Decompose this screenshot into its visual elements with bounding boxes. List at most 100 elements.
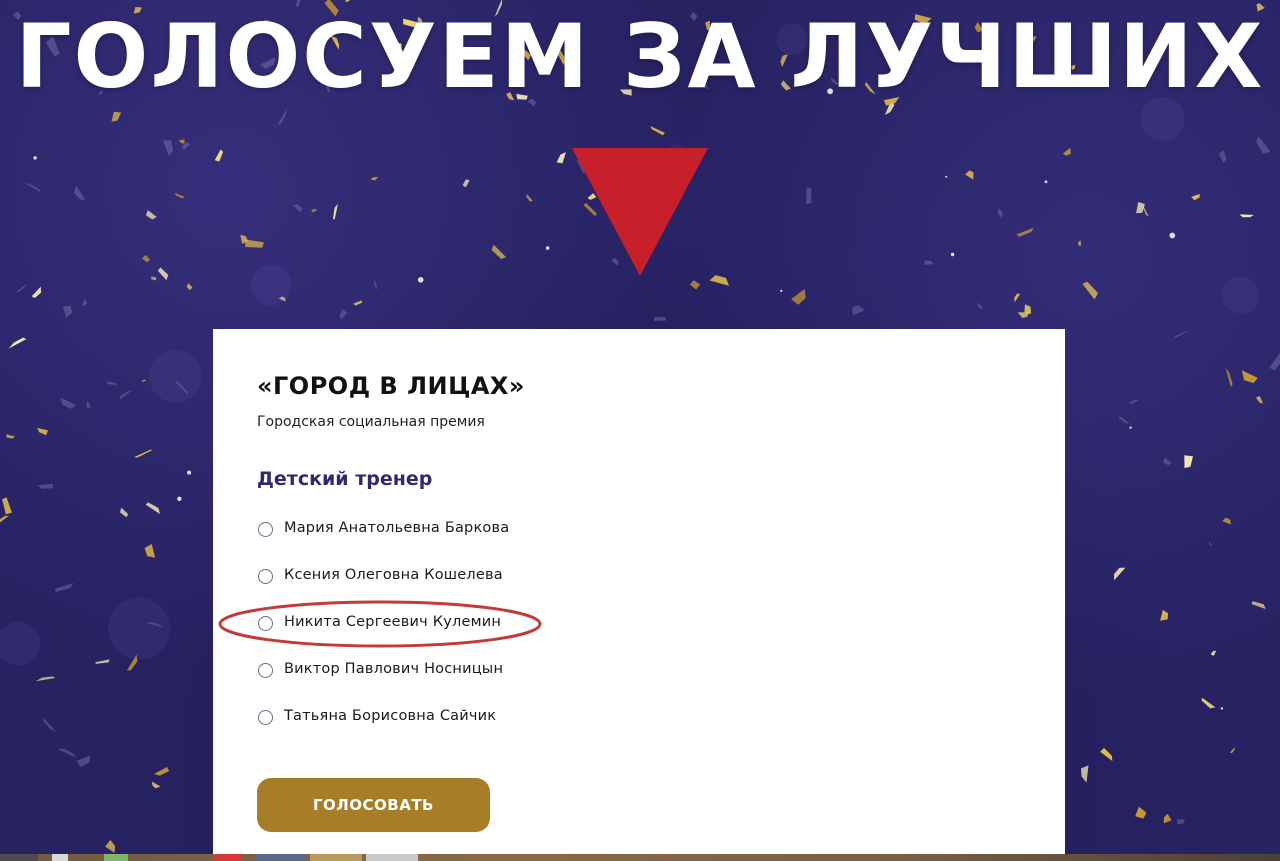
confetti-piece bbox=[2, 497, 12, 515]
confetti-piece bbox=[119, 507, 129, 518]
taskbar-item[interactable] bbox=[213, 854, 241, 861]
sparkle bbox=[945, 175, 948, 178]
confetti-piece bbox=[82, 298, 88, 307]
confetti-piece bbox=[1269, 352, 1280, 371]
taskbar-item[interactable] bbox=[310, 854, 362, 861]
radio-circle-icon[interactable] bbox=[258, 569, 273, 584]
confetti-piece bbox=[1082, 281, 1099, 300]
confetti-piece bbox=[1014, 293, 1021, 303]
confetti-piece bbox=[1255, 396, 1264, 404]
taskbar-item[interactable] bbox=[52, 854, 68, 861]
confetti-piece bbox=[60, 397, 77, 409]
confetti-piece bbox=[54, 582, 74, 593]
confetti-piece bbox=[244, 239, 264, 248]
radio-circle-icon[interactable] bbox=[258, 710, 273, 725]
confetti-piece bbox=[57, 748, 76, 758]
confetti-piece bbox=[1191, 193, 1200, 201]
highlight-ellipse-annotation bbox=[218, 600, 542, 648]
confetti-piece bbox=[8, 337, 27, 349]
taskbar-item[interactable] bbox=[0, 854, 38, 861]
confetti-piece bbox=[0, 515, 9, 524]
confetti-piece bbox=[157, 267, 169, 281]
confetti-piece bbox=[37, 483, 54, 489]
poll-title: «ГОРОД В ЛИЦАХ» bbox=[257, 372, 525, 400]
confetti-piece bbox=[1162, 457, 1172, 466]
confetti-piece bbox=[689, 280, 701, 290]
confetti-piece bbox=[977, 302, 984, 309]
confetti-piece bbox=[1160, 609, 1169, 621]
confetti-piece bbox=[154, 767, 170, 776]
confetti-piece bbox=[293, 204, 303, 213]
confetti-piece bbox=[1080, 765, 1089, 783]
confetti-piece bbox=[1208, 541, 1213, 546]
confetti-piece bbox=[1241, 370, 1258, 384]
bokeh-dot bbox=[108, 597, 171, 660]
option-label[interactable]: Мария Анатольевна Баркова bbox=[284, 520, 509, 536]
poll-card: «ГОРОД В ЛИЦАХ» Городская социальная пре… bbox=[213, 329, 1065, 861]
bokeh-dot bbox=[0, 621, 40, 666]
confetti-piece bbox=[62, 305, 73, 318]
confetti-piece bbox=[43, 717, 57, 732]
confetti-piece bbox=[1225, 368, 1233, 388]
confetti-piece bbox=[1177, 819, 1185, 825]
sparkle bbox=[33, 156, 37, 160]
confetti-piece bbox=[526, 193, 533, 202]
radio-circle-icon[interactable] bbox=[258, 663, 273, 678]
confetti-piece bbox=[805, 187, 812, 205]
confetti-piece bbox=[1251, 601, 1266, 610]
poll-category: Детский тренер bbox=[257, 468, 433, 490]
confetti-piece bbox=[76, 755, 91, 768]
confetti-piece bbox=[1239, 214, 1254, 218]
confetti-piece bbox=[1222, 517, 1231, 525]
option-label[interactable]: Ксения Олеговна Кошелева bbox=[284, 567, 503, 583]
os-taskbar bbox=[0, 854, 1280, 861]
option-item[interactable]: Татьяна Борисовна Сайчик bbox=[257, 707, 757, 754]
taskbar-item[interactable] bbox=[104, 854, 128, 861]
confetti-piece bbox=[1135, 806, 1147, 819]
confetti-piece bbox=[1114, 567, 1126, 581]
confetti-piece bbox=[151, 781, 161, 789]
confetti-piece bbox=[491, 244, 507, 260]
confetti-piece bbox=[791, 288, 806, 305]
confetti-piece bbox=[1078, 240, 1082, 246]
bokeh-dot bbox=[250, 264, 292, 306]
option-item[interactable]: Виктор Павлович Носницын bbox=[257, 660, 757, 707]
confetti-piece bbox=[6, 434, 15, 439]
bokeh-dot bbox=[1222, 276, 1259, 314]
confetti-piece bbox=[162, 140, 174, 156]
confetti-piece bbox=[339, 309, 348, 320]
confetti-piece bbox=[965, 170, 974, 180]
confetti-piece bbox=[1201, 697, 1216, 709]
confetti-piece bbox=[709, 275, 729, 286]
option-label[interactable]: Татьяна Борисовна Сайчик bbox=[284, 708, 496, 724]
confetti-piece bbox=[111, 111, 122, 122]
page-headline: ГОЛОСУЕМ ЗА ЛУЧШИХ bbox=[15, 5, 1265, 108]
sparkle bbox=[780, 289, 783, 292]
confetti-piece bbox=[95, 659, 110, 664]
confetti-piece bbox=[1136, 202, 1145, 214]
confetti-piece bbox=[133, 449, 152, 458]
confetti-piece bbox=[1229, 747, 1235, 753]
taskbar-item[interactable] bbox=[366, 854, 418, 861]
radio-circle-icon[interactable] bbox=[258, 522, 273, 537]
option-item[interactable]: Мария Анатольевна Баркова bbox=[257, 519, 757, 566]
confetti-piece bbox=[144, 544, 156, 558]
option-label[interactable]: Виктор Павлович Носницын bbox=[284, 661, 503, 677]
confetti-piece bbox=[1256, 136, 1271, 155]
confetti-piece bbox=[1129, 399, 1139, 405]
taskbar-item[interactable] bbox=[256, 854, 306, 861]
confetti-piece bbox=[653, 317, 667, 322]
confetti-piece bbox=[462, 179, 470, 188]
confetti-piece bbox=[311, 208, 318, 213]
confetti-piece bbox=[1163, 813, 1172, 824]
confetti-piece bbox=[997, 208, 1003, 219]
confetti-piece bbox=[107, 381, 118, 386]
confetti-piece bbox=[119, 390, 133, 401]
confetti-piece bbox=[1119, 415, 1130, 424]
confetti-piece bbox=[762, 0, 770, 1]
vote-button[interactable]: ГОЛОСОВАТЬ bbox=[257, 778, 490, 832]
down-triangle-icon bbox=[572, 148, 708, 276]
confetti-piece bbox=[353, 300, 363, 306]
sparkle bbox=[1220, 707, 1224, 710]
confetti-piece bbox=[86, 400, 91, 409]
